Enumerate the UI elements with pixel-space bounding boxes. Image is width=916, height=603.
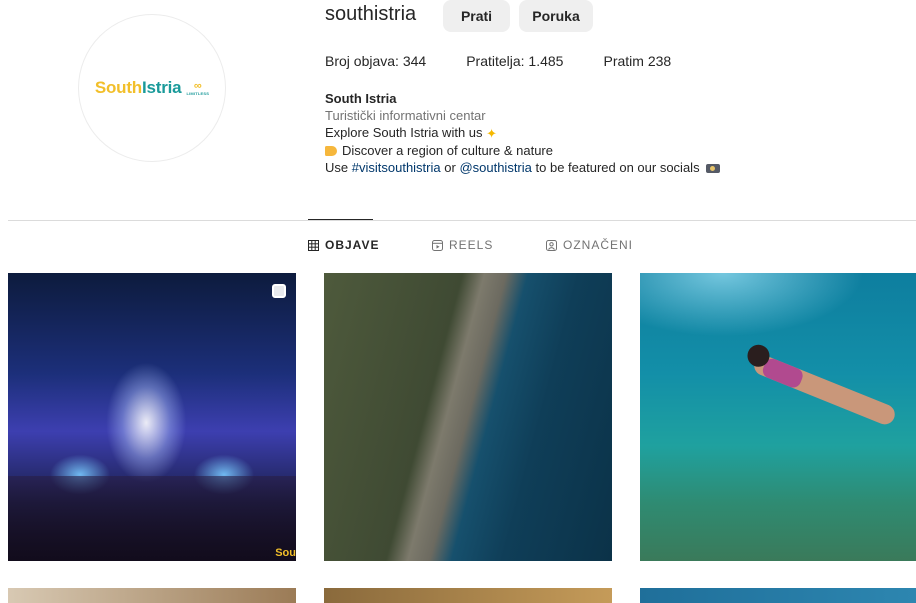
follow-button[interactable]: Prati	[443, 0, 510, 32]
post-watermark: Sou	[275, 547, 296, 559]
hashtag-link[interactable]: #visitsouthistria	[352, 160, 441, 175]
tab-tagged[interactable]: OZNAČENI	[546, 238, 633, 252]
tagged-icon	[546, 239, 557, 251]
bio-line-3-suffix: to be featured on our socials	[535, 160, 700, 176]
camera-icon	[706, 164, 721, 174]
section-divider	[8, 220, 916, 221]
logo-text: SouthIstria	[95, 78, 182, 98]
post-row2-1[interactable]	[8, 588, 296, 603]
post-underwater-diver[interactable]	[640, 273, 916, 561]
bio-line-3: Use #visitsouthistria or @southistria to…	[325, 159, 721, 176]
tab-posts-label: OBJAVE	[325, 238, 380, 252]
bio-name: South Istria	[325, 91, 397, 106]
tab-reels-label: REELS	[449, 238, 494, 252]
bio-line-1-text: Explore South Istria with us	[325, 125, 483, 140]
post-aerial-coast[interactable]	[324, 273, 612, 561]
bio-line-3-mid: or	[444, 160, 456, 176]
logo-limitless: ∞ LIMITLESS	[186, 79, 210, 96]
bio-line-2: Discover a region of culture & nature	[325, 142, 720, 159]
bio-line-1: Explore South Istria with us ✦	[325, 124, 720, 142]
tab-reels[interactable]: REELS	[432, 238, 493, 252]
crowd-silhouette	[8, 476, 296, 561]
stat-posts: Broj objava: 344	[325, 53, 427, 69]
post-concert[interactable]: Sou	[8, 273, 296, 561]
reels-icon	[432, 239, 443, 251]
mention-link[interactable]: @southistria	[459, 160, 531, 175]
logo-limitless-text: LIMITLESS	[186, 90, 210, 96]
bio-category: Turistički informativni centar	[325, 108, 486, 123]
logo-istria: Istria	[142, 78, 182, 97]
infinity-icon: ∞	[193, 79, 202, 92]
carousel-icon	[272, 284, 286, 298]
profile-avatar[interactable]: SouthIstria ∞ LIMITLESS	[78, 14, 226, 162]
message-button[interactable]: Poruka	[519, 0, 593, 32]
grid-icon	[308, 239, 319, 251]
post-row2-3[interactable]	[640, 588, 916, 603]
bio-line-2-text: Discover a region of culture & nature	[342, 143, 553, 159]
diver-figure	[731, 340, 916, 467]
profile-bio: South Istria Turistički informativni cen…	[325, 90, 721, 176]
profile-stats: Broj objava: 344 Pratitelja: 1.485 Prati…	[325, 53, 711, 69]
pointing-hand-icon	[325, 146, 337, 157]
tab-tagged-label: OZNAČENI	[563, 238, 634, 252]
post-row2-2[interactable]	[324, 588, 612, 603]
stat-following[interactable]: Pratim 238	[603, 53, 671, 69]
active-tab-indicator	[308, 219, 373, 220]
logo-south: South	[94, 78, 142, 97]
sparkles-icon: ✦	[486, 126, 498, 142]
profile-username: southistria	[325, 3, 417, 25]
bio-line-3-prefix: Use	[325, 160, 349, 176]
tab-posts[interactable]: OBJAVE	[308, 238, 379, 252]
stat-followers[interactable]: Pratitelja: 1.485	[466, 53, 563, 69]
